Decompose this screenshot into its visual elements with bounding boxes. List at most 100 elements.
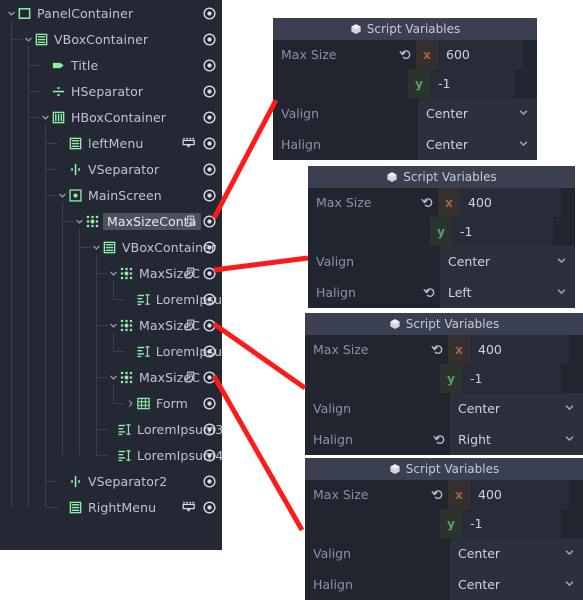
property-row-spacer: [273, 69, 408, 98]
tree-item-loremipsu[interactable]: LoremIpsu: [0, 286, 222, 312]
revert-button-max-size[interactable]: [426, 335, 448, 364]
property-row-valign: Valign Center: [308, 246, 575, 277]
tree-item-maxsizec[interactable]: MaxSizeC: [0, 312, 222, 338]
tree-indent-spacer: [0, 286, 125, 312]
vector-y-field[interactable]: y -1: [408, 69, 515, 98]
tree-item-vseparator[interactable]: VSeparator: [0, 156, 222, 182]
revert-button-halign[interactable]: [418, 277, 440, 308]
chevron-down-icon[interactable]: [40, 104, 51, 130]
vector-y-field[interactable]: y -1: [430, 217, 553, 246]
tree-item-hboxcontainer[interactable]: HBoxContainer: [0, 104, 222, 130]
vector-x-value: 400: [478, 487, 502, 502]
tree-item-loremipsum3[interactable]: LoremIpsum3: [0, 416, 223, 442]
tree-item-maxsizec[interactable]: MaxSizeC: [0, 364, 222, 390]
valign-selected-value: Center: [448, 254, 491, 269]
tree-item-maxsizeconta-selected[interactable]: MaxSizeConta: [0, 208, 222, 234]
visibility-eye-icon[interactable]: [203, 474, 216, 488]
tree-item-vseparator2[interactable]: VSeparator2: [0, 468, 222, 494]
revert-button-halign[interactable]: [428, 424, 450, 455]
scene-instance-icon[interactable]: [182, 501, 197, 514]
chevron-down-icon[interactable]: [57, 182, 68, 208]
halign-dropdown[interactable]: Right: [450, 424, 583, 455]
visibility-eye-icon[interactable]: [203, 266, 216, 280]
visibility-eye-icon[interactable]: [203, 396, 216, 410]
valign-dropdown[interactable]: Center: [450, 538, 583, 569]
valign-dropdown[interactable]: Center: [450, 393, 583, 424]
revert-button-max-size[interactable]: [416, 188, 438, 217]
chevron-right-icon[interactable]: [125, 390, 136, 416]
vector-x-field[interactable]: x 400: [448, 335, 569, 364]
tree-item-vboxcontainer[interactable]: VBoxContainer: [0, 26, 222, 52]
visibility-eye-icon[interactable]: [203, 214, 216, 228]
tree-item-vboxcontainer[interactable]: VBoxContainer: [0, 234, 222, 260]
scene-instance-icon[interactable]: [182, 137, 197, 150]
visibility-eye-icon[interactable]: [203, 240, 216, 254]
scene-tree-panel[interactable]: PanelContainer VBoxContainer Title HSeparat…: [0, 0, 223, 550]
script-icon[interactable]: [184, 370, 197, 384]
visibility-eye-icon[interactable]: [203, 188, 216, 202]
visibility-eye-icon[interactable]: [203, 84, 216, 98]
script-icon[interactable]: [184, 318, 197, 332]
property-label-max-size: Max Size: [313, 342, 369, 357]
revert-button-max-size[interactable]: [426, 480, 448, 509]
halign-dropdown[interactable]: Left: [440, 277, 575, 308]
visibility-eye-icon[interactable]: [203, 448, 216, 462]
inspector-section-header[interactable]: Script Variables: [273, 18, 537, 40]
tree-item-label: MainScreen: [88, 187, 162, 203]
visibility-eye-icon[interactable]: [203, 136, 216, 150]
revert-button-max-size[interactable]: [394, 40, 416, 69]
visibility-eye-icon[interactable]: [203, 162, 216, 176]
halign-dropdown[interactable]: Center: [450, 569, 583, 600]
chevron-down-icon[interactable]: [23, 26, 34, 52]
tree-item-hseparator[interactable]: HSeparator: [0, 78, 222, 104]
maxsize-container-icon: [119, 318, 134, 333]
visibility-eye-icon[interactable]: [203, 500, 216, 514]
visibility-eye-icon[interactable]: [203, 58, 216, 72]
tree-row-icons: [203, 52, 216, 78]
inspector-section-header[interactable]: Script Variables: [305, 313, 583, 335]
tree-item-panelcontainer[interactable]: PanelContainer: [0, 0, 222, 26]
vector-x-field[interactable]: x 600: [416, 40, 523, 69]
visibility-eye-icon[interactable]: [203, 6, 216, 20]
vbox-container-icon: [68, 136, 83, 151]
visibility-eye-icon[interactable]: [203, 318, 216, 332]
inspector-section-header[interactable]: Script Variables: [305, 458, 583, 480]
vector-x-field[interactable]: x 400: [448, 480, 569, 509]
script-icon[interactable]: [184, 214, 197, 228]
tree-item-loremipsu[interactable]: LoremIpsu: [0, 338, 222, 364]
tree-item-leftmenu[interactable]: leftMenu: [0, 130, 222, 156]
chevron-down-icon[interactable]: [108, 364, 119, 390]
vector-y-field[interactable]: y -1: [440, 364, 561, 393]
visibility-eye-icon[interactable]: [203, 292, 216, 306]
chevron-down-icon[interactable]: [108, 312, 119, 338]
tree-item-title[interactable]: Title: [0, 52, 222, 78]
valign-dropdown[interactable]: Center: [418, 98, 537, 129]
chevron-down-icon[interactable]: [91, 234, 102, 260]
axis-label-y: y: [440, 364, 462, 393]
inspector-section-header[interactable]: Script Variables: [308, 166, 575, 188]
vector-y-field[interactable]: y -1: [440, 509, 561, 538]
tree-item-loremipsum4[interactable]: LoremIpsum4: [0, 442, 223, 468]
inspector-panel-1: Script Variables Max Size x 600 y -1 Valign Cen…: [273, 18, 537, 160]
tree-item-form[interactable]: Form: [0, 390, 222, 416]
visibility-eye-icon[interactable]: [203, 370, 216, 384]
visibility-eye-icon[interactable]: [203, 422, 216, 436]
tree-item-mainscreen[interactable]: MainScreen: [0, 182, 222, 208]
maxsize-container-icon: [119, 370, 134, 385]
halign-dropdown[interactable]: Center: [418, 129, 537, 160]
tree-row-icons: [184, 312, 216, 338]
visibility-eye-icon[interactable]: [203, 32, 216, 46]
valign-dropdown[interactable]: Center: [440, 246, 575, 277]
vector-x-field[interactable]: x 400: [438, 188, 561, 217]
visibility-eye-icon[interactable]: [203, 110, 216, 124]
chevron-down-icon[interactable]: [108, 260, 119, 286]
chevron-down-icon[interactable]: [6, 0, 17, 26]
chevron-down-icon[interactable]: [74, 208, 85, 234]
visibility-eye-icon[interactable]: [203, 344, 216, 358]
tree-item-maxsizec[interactable]: MaxSizeC: [0, 260, 222, 286]
script-icon[interactable]: [184, 266, 197, 280]
halign-selected-value: Right: [458, 432, 491, 447]
valign-selected-value: Center: [458, 546, 501, 561]
property-row-halign: Halign Center: [305, 569, 583, 600]
tree-item-rightmenu[interactable]: RightMenu: [0, 494, 222, 520]
